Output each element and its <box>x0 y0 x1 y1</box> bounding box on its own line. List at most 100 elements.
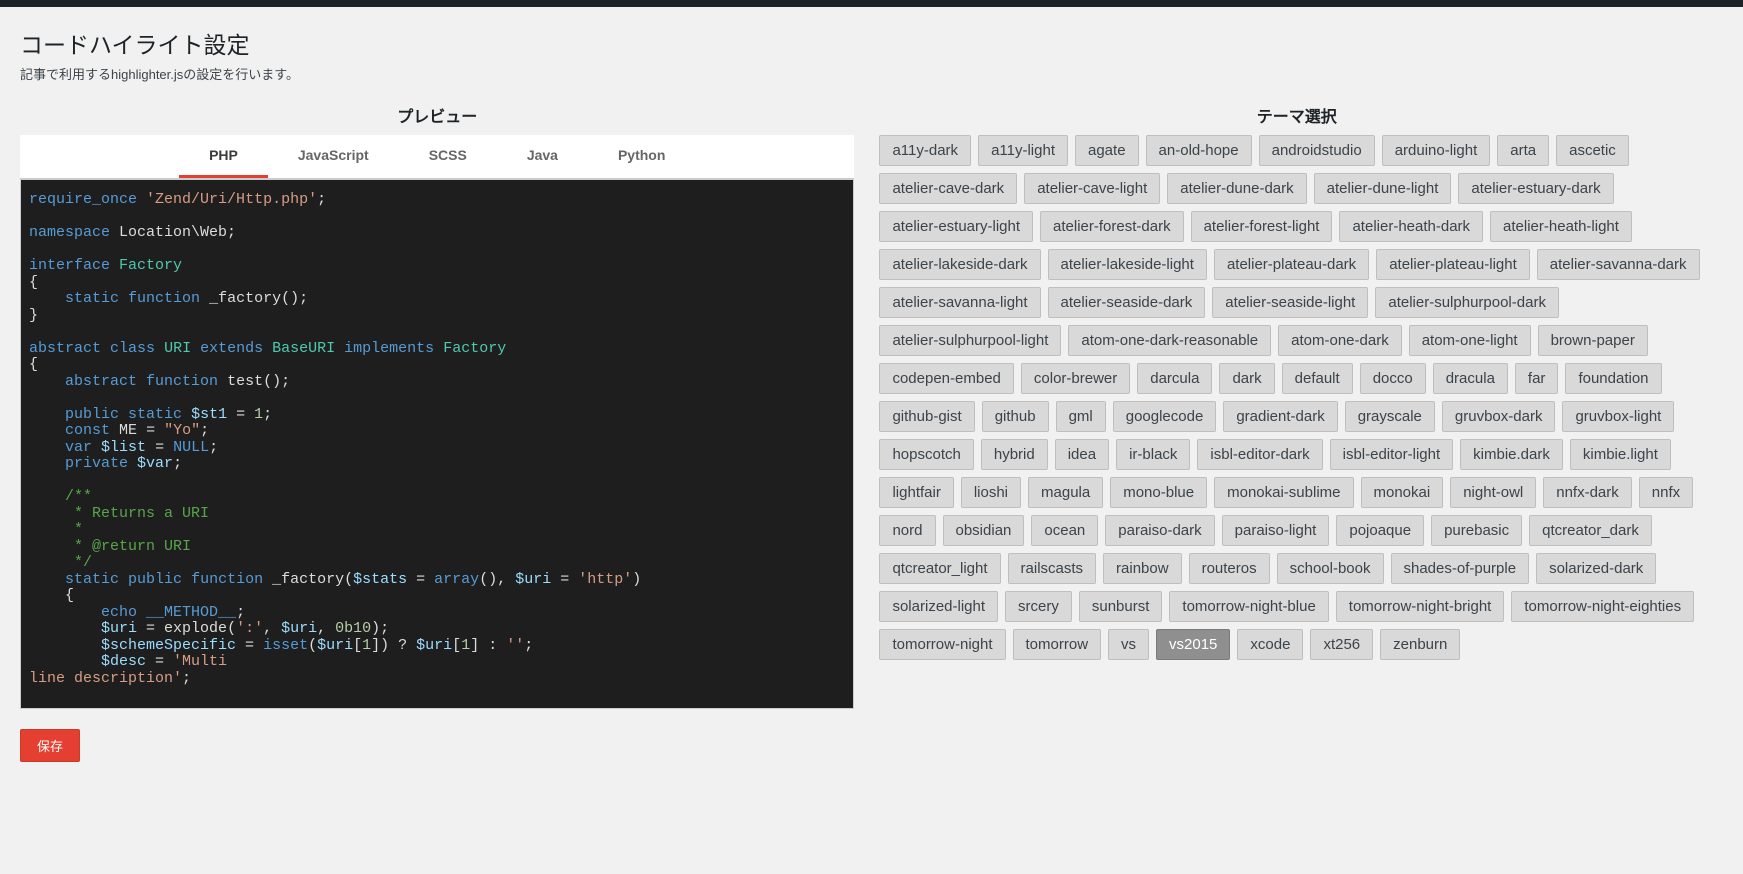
theme-button-atelier-heath-light[interactable]: atelier-heath-light <box>1490 211 1632 242</box>
tab-java[interactable]: Java <box>497 135 588 178</box>
theme-button-rainbow[interactable]: rainbow <box>1103 553 1182 584</box>
theme-button-atelier-plateau-dark[interactable]: atelier-plateau-dark <box>1214 249 1369 280</box>
theme-button-shades-of-purple[interactable]: shades-of-purple <box>1391 553 1530 584</box>
theme-button-railscasts[interactable]: railscasts <box>1008 553 1097 584</box>
theme-button-atelier-seaside-light[interactable]: atelier-seaside-light <box>1212 287 1368 318</box>
theme-button-atelier-sulphurpool-dark[interactable]: atelier-sulphurpool-dark <box>1375 287 1559 318</box>
theme-button-atelier-forest-dark[interactable]: atelier-forest-dark <box>1040 211 1184 242</box>
theme-button-solarized-light[interactable]: solarized-light <box>879 591 998 622</box>
theme-button-lioshi[interactable]: lioshi <box>961 477 1021 508</box>
theme-button-github[interactable]: github <box>982 401 1049 432</box>
theme-button-pojoaque[interactable]: pojoaque <box>1336 515 1424 546</box>
theme-button-obsidian[interactable]: obsidian <box>943 515 1025 546</box>
theme-button-atelier-cave-light[interactable]: atelier-cave-light <box>1024 173 1160 204</box>
theme-button-atelier-forest-light[interactable]: atelier-forest-light <box>1191 211 1333 242</box>
theme-button-dark[interactable]: dark <box>1219 363 1274 394</box>
theme-button-atom-one-light[interactable]: atom-one-light <box>1409 325 1531 356</box>
theme-button-atelier-cave-dark[interactable]: atelier-cave-dark <box>879 173 1017 204</box>
theme-button-tomorrow-night-bright[interactable]: tomorrow-night-bright <box>1336 591 1505 622</box>
theme-button-atelier-estuary-dark[interactable]: atelier-estuary-dark <box>1458 173 1613 204</box>
code-preview[interactable]: require_once 'Zend/Uri/Http.php'; namesp… <box>20 179 854 709</box>
theme-button-nord[interactable]: nord <box>879 515 935 546</box>
theme-button-atelier-lakeside-dark[interactable]: atelier-lakeside-dark <box>879 249 1040 280</box>
theme-button-monokai[interactable]: monokai <box>1361 477 1444 508</box>
theme-button-arduino-light[interactable]: arduino-light <box>1382 135 1491 166</box>
theme-button-darcula[interactable]: darcula <box>1137 363 1212 394</box>
theme-button-atelier-savanna-light[interactable]: atelier-savanna-light <box>879 287 1040 318</box>
theme-button-zenburn[interactable]: zenburn <box>1380 629 1460 660</box>
theme-button-tomorrow-night[interactable]: tomorrow-night <box>879 629 1005 660</box>
theme-button-atelier-lakeside-light[interactable]: atelier-lakeside-light <box>1048 249 1207 280</box>
theme-button-lightfair[interactable]: lightfair <box>879 477 953 508</box>
theme-button-isbl-editor-dark[interactable]: isbl-editor-dark <box>1197 439 1322 470</box>
theme-button-agate[interactable]: agate <box>1075 135 1139 166</box>
theme-button-magula[interactable]: magula <box>1028 477 1103 508</box>
theme-button-github-gist[interactable]: github-gist <box>879 401 974 432</box>
theme-button-gruvbox-light[interactable]: gruvbox-light <box>1562 401 1674 432</box>
theme-button-kimbie.light[interactable]: kimbie.light <box>1570 439 1671 470</box>
theme-button-color-brewer[interactable]: color-brewer <box>1021 363 1130 394</box>
theme-button-docco[interactable]: docco <box>1360 363 1426 394</box>
theme-button-ocean[interactable]: ocean <box>1031 515 1098 546</box>
theme-button-ir-black[interactable]: ir-black <box>1116 439 1190 470</box>
theme-button-atelier-dune-light[interactable]: atelier-dune-light <box>1314 173 1452 204</box>
theme-button-paraiso-dark[interactable]: paraiso-dark <box>1105 515 1214 546</box>
theme-button-vs[interactable]: vs <box>1108 629 1149 660</box>
theme-button-idea[interactable]: idea <box>1055 439 1109 470</box>
theme-button-ascetic[interactable]: ascetic <box>1556 135 1629 166</box>
theme-button-tomorrow[interactable]: tomorrow <box>1013 629 1102 660</box>
theme-button-hopscotch[interactable]: hopscotch <box>879 439 973 470</box>
theme-button-gradient-dark[interactable]: gradient-dark <box>1223 401 1337 432</box>
theme-button-atelier-savanna-dark[interactable]: atelier-savanna-dark <box>1537 249 1700 280</box>
theme-button-xt256[interactable]: xt256 <box>1310 629 1373 660</box>
theme-button-a11y-light[interactable]: a11y-light <box>978 135 1068 166</box>
theme-button-tomorrow-night-eighties[interactable]: tomorrow-night-eighties <box>1511 591 1694 622</box>
tab-python[interactable]: Python <box>588 135 695 178</box>
theme-button-atelier-heath-dark[interactable]: atelier-heath-dark <box>1339 211 1483 242</box>
theme-button-vs2015[interactable]: vs2015 <box>1156 629 1230 660</box>
theme-button-kimbie.dark[interactable]: kimbie.dark <box>1460 439 1563 470</box>
theme-button-purebasic[interactable]: purebasic <box>1431 515 1522 546</box>
theme-button-default[interactable]: default <box>1282 363 1353 394</box>
theme-button-night-owl[interactable]: night-owl <box>1450 477 1536 508</box>
theme-button-atelier-plateau-light[interactable]: atelier-plateau-light <box>1376 249 1530 280</box>
tab-javascript[interactable]: JavaScript <box>268 135 399 178</box>
theme-button-grayscale[interactable]: grayscale <box>1345 401 1435 432</box>
theme-button-foundation[interactable]: foundation <box>1565 363 1661 394</box>
theme-button-isbl-editor-light[interactable]: isbl-editor-light <box>1330 439 1454 470</box>
theme-button-xcode[interactable]: xcode <box>1237 629 1303 660</box>
theme-button-atom-one-dark[interactable]: atom-one-dark <box>1278 325 1402 356</box>
theme-button-androidstudio[interactable]: androidstudio <box>1259 135 1375 166</box>
theme-button-srcery[interactable]: srcery <box>1005 591 1072 622</box>
theme-button-brown-paper[interactable]: brown-paper <box>1538 325 1648 356</box>
theme-button-gruvbox-dark[interactable]: gruvbox-dark <box>1442 401 1556 432</box>
theme-button-hybrid[interactable]: hybrid <box>981 439 1048 470</box>
theme-button-codepen-embed[interactable]: codepen-embed <box>879 363 1013 394</box>
theme-button-qtcreator_dark[interactable]: qtcreator_dark <box>1529 515 1652 546</box>
tab-scss[interactable]: SCSS <box>399 135 497 178</box>
theme-button-googlecode[interactable]: googlecode <box>1113 401 1217 432</box>
save-button[interactable]: 保存 <box>20 729 80 762</box>
theme-button-atelier-estuary-light[interactable]: atelier-estuary-light <box>879 211 1033 242</box>
theme-button-a11y-dark[interactable]: a11y-dark <box>879 135 971 166</box>
theme-button-nnfx-dark[interactable]: nnfx-dark <box>1543 477 1632 508</box>
theme-button-dracula[interactable]: dracula <box>1433 363 1508 394</box>
theme-button-gml[interactable]: gml <box>1056 401 1106 432</box>
theme-button-sunburst[interactable]: sunburst <box>1079 591 1163 622</box>
theme-button-routeros[interactable]: routeros <box>1189 553 1270 584</box>
theme-button-paraiso-light[interactable]: paraiso-light <box>1222 515 1330 546</box>
theme-button-mono-blue[interactable]: mono-blue <box>1110 477 1207 508</box>
theme-button-atelier-sulphurpool-light[interactable]: atelier-sulphurpool-light <box>879 325 1061 356</box>
theme-button-atelier-seaside-dark[interactable]: atelier-seaside-dark <box>1048 287 1206 318</box>
theme-button-solarized-dark[interactable]: solarized-dark <box>1536 553 1656 584</box>
theme-button-atelier-dune-dark[interactable]: atelier-dune-dark <box>1167 173 1306 204</box>
theme-button-school-book[interactable]: school-book <box>1277 553 1384 584</box>
theme-button-atom-one-dark-reasonable[interactable]: atom-one-dark-reasonable <box>1068 325 1271 356</box>
theme-button-qtcreator_light[interactable]: qtcreator_light <box>879 553 1000 584</box>
theme-button-far[interactable]: far <box>1515 363 1559 394</box>
theme-button-arta[interactable]: arta <box>1497 135 1549 166</box>
theme-button-tomorrow-night-blue[interactable]: tomorrow-night-blue <box>1169 591 1328 622</box>
theme-button-nnfx[interactable]: nnfx <box>1639 477 1693 508</box>
tab-php[interactable]: PHP <box>179 135 268 178</box>
theme-button-monokai-sublime[interactable]: monokai-sublime <box>1214 477 1353 508</box>
